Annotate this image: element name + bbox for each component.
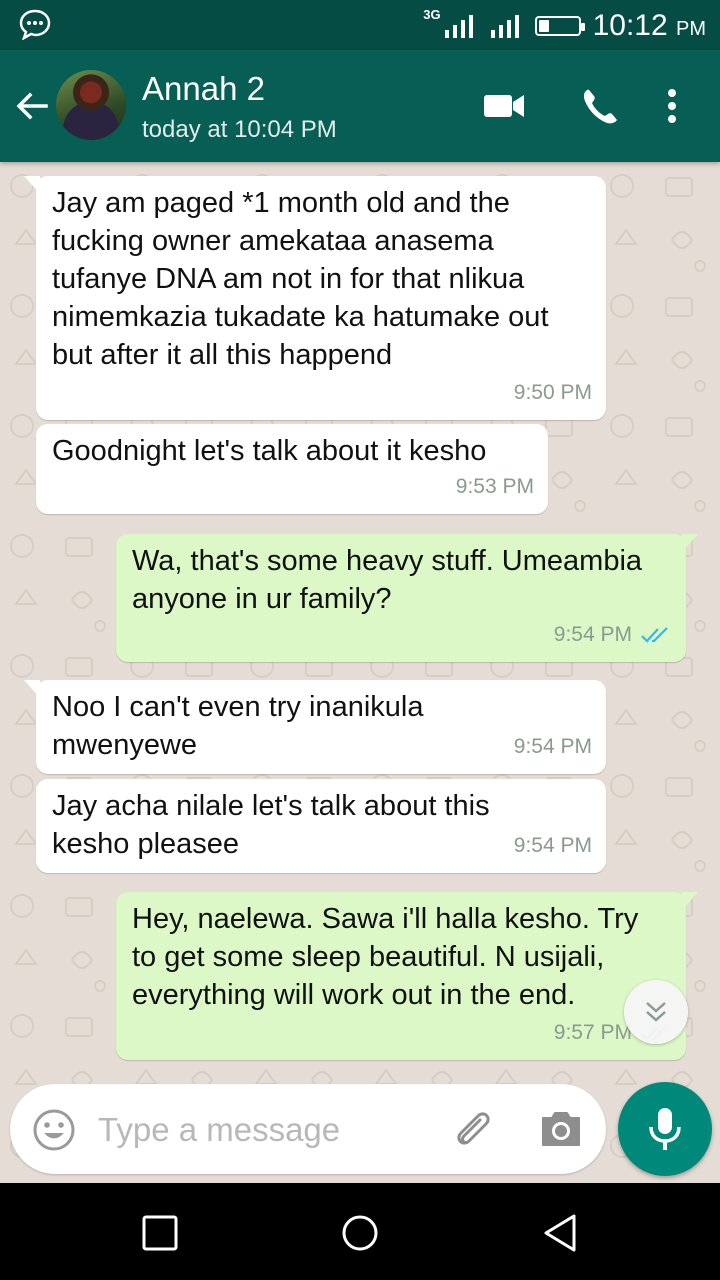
signal-icon [444, 15, 473, 38]
message-bubble-incoming[interactable]: Jay am paged *1 month old and the fuckin… [24, 176, 606, 420]
status-time-value: 10:12 [592, 9, 668, 42]
phone-icon[interactable] [578, 86, 622, 126]
signal-icon-sim2 [490, 15, 519, 38]
emoji-icon[interactable] [32, 1108, 76, 1152]
chat-header: Annah 2 today at 10:04 PM [0, 50, 720, 162]
battery-icon [534, 16, 585, 36]
mic-button[interactable] [618, 1082, 712, 1176]
attach-icon[interactable] [450, 1106, 496, 1152]
chevron-double-down-icon [646, 1002, 666, 1022]
video-call-icon[interactable] [482, 86, 526, 126]
camera-icon[interactable] [538, 1108, 584, 1150]
message-text: Jay am paged *1 month old and the fuckin… [52, 187, 549, 371]
message-input[interactable] [96, 1102, 430, 1158]
message-meta: 9:54 PM [514, 827, 592, 865]
status-time-ampm: PM [676, 18, 706, 40]
home-icon[interactable] [338, 1211, 382, 1255]
message-meta: 9:54 PM [514, 728, 592, 766]
message-bubble-outgoing[interactable]: Hey, naelewa. Sawa i'll halla kesho. Try… [116, 892, 698, 1060]
message-bubble-incoming[interactable]: Goodnight let's talk about it kesho 9:53… [36, 424, 548, 514]
message-time: 9:53 PM [455, 475, 534, 498]
message-text: Goodnight let's talk about it kesho [52, 435, 487, 467]
contact-name[interactable]: Annah 2 [142, 70, 265, 108]
back-arrow-icon[interactable] [14, 88, 50, 124]
read-ticks-icon [641, 627, 668, 643]
back-nav-icon[interactable] [538, 1211, 582, 1255]
message-meta: 9:50 PM [514, 374, 592, 412]
message-meta: 9:54 PM [554, 616, 672, 654]
message-time: 9:54 PM [513, 834, 592, 857]
message-composer [10, 1084, 606, 1174]
scroll-to-bottom-button[interactable] [624, 980, 688, 1044]
message-bubble-incoming[interactable]: Jay acha nilale let's talk about this ke… [36, 779, 606, 873]
message-bubble-incoming[interactable]: Noo I can't even try inanikula mwenyewe … [24, 680, 606, 774]
message-time: 9:54 PM [553, 623, 632, 646]
last-seen: today at 10:04 PM [142, 116, 337, 143]
mic-icon [649, 1108, 681, 1150]
network-type: 3G [423, 6, 441, 22]
message-text: Hey, naelewa. Sawa i'll halla kesho. Try… [132, 903, 639, 1011]
message-notification-icon [19, 9, 51, 40]
more-vert-icon[interactable] [652, 86, 696, 126]
system-nav-bar [0, 1183, 720, 1280]
message-text: Noo I can't even try inanikula mwenyewe [52, 691, 424, 761]
message-text: Jay acha nilale let's talk about this ke… [52, 790, 490, 860]
message-time: 9:50 PM [513, 381, 592, 404]
message-text: Wa, that's some heavy stuff. Umeambia an… [132, 545, 643, 615]
recents-icon[interactable] [138, 1211, 182, 1255]
status-bar: 3G 10:12 PM [0, 0, 720, 50]
chat-area[interactable]: Jay am paged *1 month old and the fuckin… [0, 162, 720, 1182]
message-time: 9:54 PM [513, 735, 592, 758]
avatar[interactable] [56, 70, 126, 140]
message-meta: 9:53 PM [456, 468, 534, 506]
message-bubble-outgoing[interactable]: Wa, that's some heavy stuff. Umeambia an… [116, 534, 698, 662]
message-time: 9:57 PM [553, 1021, 632, 1044]
status-time: 10:12 PM [593, 9, 706, 43]
